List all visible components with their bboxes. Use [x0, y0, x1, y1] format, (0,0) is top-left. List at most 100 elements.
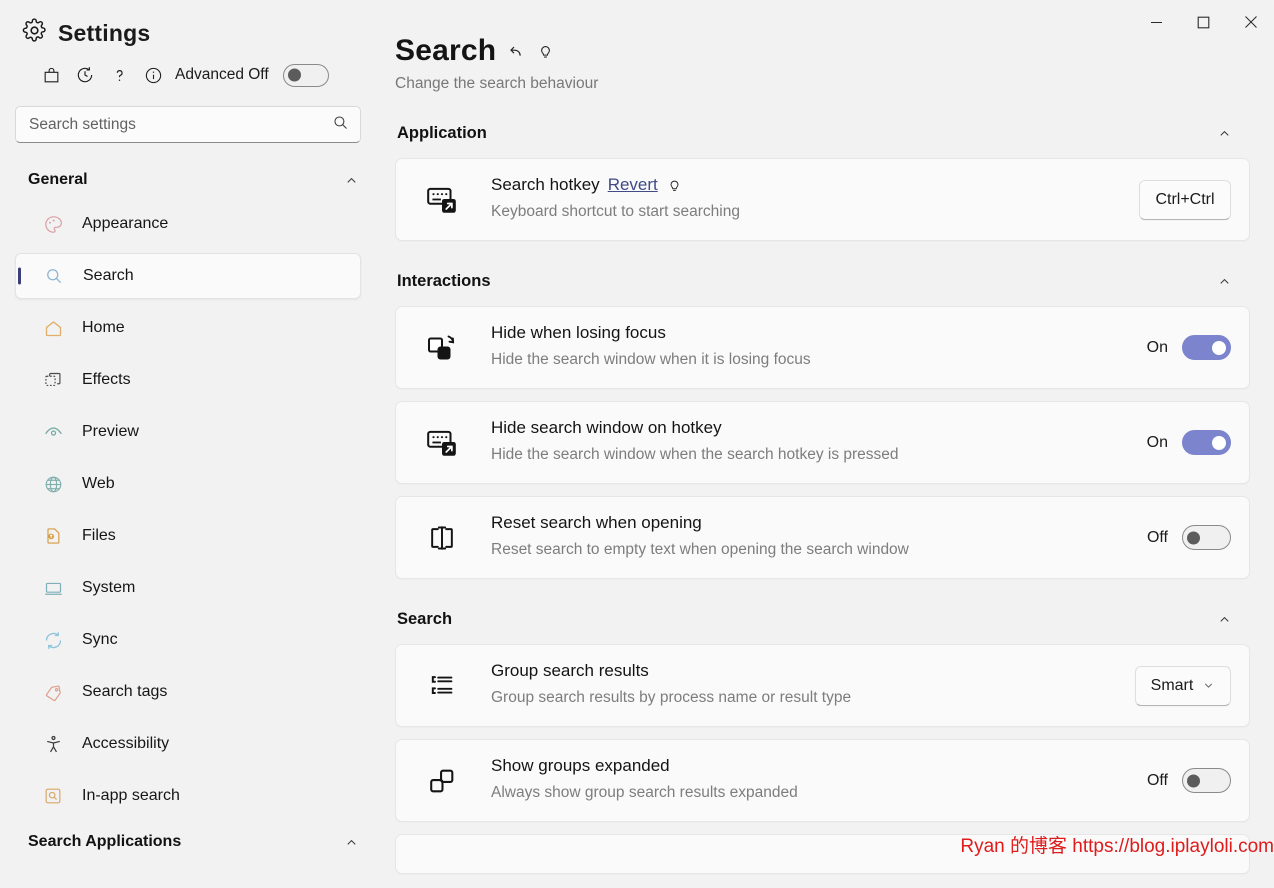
setting-control: Off	[1147, 525, 1231, 551]
close-button[interactable]	[1227, 0, 1274, 44]
lightbulb-icon[interactable]	[666, 177, 683, 194]
sidebar-item-home[interactable]: Home	[15, 305, 361, 351]
toggle-reset-search-when-opening[interactable]	[1182, 525, 1231, 551]
settings-window: Settings Advanced Off Search settings Ge…	[0, 0, 1274, 888]
section-label: Search	[397, 609, 453, 628]
maximize-button[interactable]	[1180, 0, 1227, 44]
sidebar-item-sync[interactable]: Sync	[15, 617, 361, 663]
section-label: Interactions	[397, 271, 491, 290]
page-title: Search	[395, 34, 497, 67]
sidebar-item-label: Web	[82, 475, 115, 492]
palette-icon	[42, 214, 64, 235]
setting-row-group-search-results: Group search results Group search result…	[395, 644, 1250, 728]
history-icon[interactable]	[68, 60, 102, 90]
setting-text: Group search results Group search result…	[464, 661, 1024, 710]
groups-expanded-icon	[420, 766, 464, 796]
minimize-button[interactable]	[1133, 0, 1180, 44]
sidebar-item-in-app-search[interactable]: In-app search	[15, 773, 361, 819]
setting-title-row: Hide when losing focus	[491, 323, 1008, 343]
setting-title: Group search results	[491, 661, 649, 681]
setting-title: Show groups expanded	[491, 756, 670, 776]
app-title-row: Settings	[0, 0, 385, 48]
toggle-hide-when-losing-focus[interactable]	[1182, 335, 1231, 361]
setting-description: Always show group search results expande…	[491, 784, 798, 802]
sidebar-item-system[interactable]: System	[15, 565, 361, 611]
page-subtitle: Change the search behaviour	[395, 75, 599, 92]
sidebar-toolbar: Advanced Off	[0, 48, 385, 90]
search-input[interactable]	[29, 115, 332, 134]
sidebar-item-search[interactable]: Search	[15, 253, 361, 299]
window-controls	[1133, 0, 1274, 44]
sidebar-item-accessibility[interactable]: Accessibility	[15, 721, 361, 767]
revert-icon[interactable]	[506, 41, 526, 61]
layers-icon	[42, 370, 64, 390]
question-mark-icon[interactable]	[102, 60, 136, 90]
file-upload-icon	[42, 526, 64, 546]
sidebar-item-label: Effects	[82, 371, 131, 388]
sidebar-item-label: In-app search	[82, 787, 180, 804]
toggle-state-label: Off	[1146, 771, 1168, 789]
toggle-hide-search-window-on-hotkey[interactable]	[1182, 430, 1231, 456]
sidebar-item-preview[interactable]: Preview	[15, 409, 361, 455]
setting-row-search-hotkey: Search hotkey Revert Keyboard shortcut t…	[395, 158, 1250, 242]
sidebar-item-web[interactable]: Web	[15, 461, 361, 507]
toggle-knob	[1212, 340, 1226, 355]
sidebar-group-label: General	[28, 171, 88, 188]
sidebar-item-effects[interactable]: Effects	[15, 357, 361, 403]
sidebar-item-search-tags[interactable]: Search tags	[15, 669, 361, 715]
toggle-state-label: On	[1146, 338, 1168, 356]
revert-link[interactable]: Revert	[608, 175, 658, 195]
sidebar-item-label: Search tags	[82, 683, 168, 700]
setting-title-row: Reset search when opening	[491, 513, 1008, 533]
setting-title-row: Search hotkey Revert	[491, 175, 1008, 195]
section-header-application[interactable]: Application	[395, 120, 1250, 146]
section-header-search[interactable]: Search	[395, 606, 1250, 632]
window-focus-icon	[420, 332, 464, 364]
setting-title: Search hotkey	[491, 175, 600, 194]
chevron-up-icon	[1217, 126, 1232, 141]
sidebar-group-label: Search Applications	[28, 833, 182, 850]
setting-control: On	[1146, 430, 1231, 456]
keyboard-shortcut-icon	[420, 426, 464, 460]
bag-icon[interactable]	[34, 60, 68, 90]
in-app-search-icon	[42, 786, 64, 806]
dropdown-value: Smart	[1150, 676, 1194, 694]
section-label: Application	[397, 123, 487, 142]
toggle-knob	[287, 68, 301, 82]
advanced-mode-toggle[interactable]	[282, 63, 329, 87]
section-header-interactions[interactable]: Interactions	[395, 268, 1250, 294]
toggle-state-label: On	[1146, 433, 1168, 451]
setting-row-reset-search-when-opening: Reset search when opening Reset search t…	[395, 496, 1250, 580]
lightbulb-icon[interactable]	[536, 42, 555, 61]
setting-control: Off	[1146, 768, 1231, 794]
setting-description: Group search results by process name or …	[491, 689, 852, 707]
sidebar-scroll-fade	[0, 870, 385, 888]
sidebar: Settings Advanced Off Search settings Ge…	[0, 0, 385, 888]
keyboard-shortcut-icon	[420, 183, 464, 217]
setting-title: Hide search window on hotkey	[491, 418, 722, 438]
sidebar-group-search-applications-header[interactable]: Search Applications	[0, 825, 385, 859]
tag-icon	[42, 682, 64, 703]
sidebar-item-label: Accessibility	[82, 735, 170, 752]
toggle-show-groups-expanded[interactable]	[1182, 768, 1231, 794]
setting-title-row: Group search results	[491, 661, 1008, 681]
setting-title: Hide when losing focus	[491, 323, 666, 343]
sidebar-group-general-header[interactable]: General	[0, 163, 385, 197]
sidebar-item-files[interactable]: Files	[15, 513, 361, 559]
sidebar-search-box[interactable]	[15, 106, 361, 143]
setting-description: Hide the search window when it is losing…	[491, 351, 811, 369]
info-icon[interactable]	[136, 60, 170, 90]
group-search-results-dropdown[interactable]: Smart	[1135, 665, 1231, 706]
sidebar-item-label: Files	[82, 527, 116, 544]
sidebar-item-label: Preview	[82, 423, 139, 440]
hotkey-button[interactable]: Ctrl+Ctrl	[1139, 179, 1231, 220]
chevron-down-icon	[1202, 679, 1215, 692]
setting-row-show-groups-expanded: Show groups expanded Always show group s…	[395, 739, 1250, 823]
sidebar-item-label: Home	[82, 319, 125, 336]
toggle-knob	[1187, 774, 1200, 788]
sidebar-item-appearance[interactable]: Appearance	[15, 201, 361, 247]
eye-icon	[42, 422, 64, 443]
home-icon	[42, 318, 64, 339]
sidebar-nav: Appearance Search Home Effects Preview W…	[0, 197, 385, 819]
monitor-icon	[42, 578, 64, 599]
